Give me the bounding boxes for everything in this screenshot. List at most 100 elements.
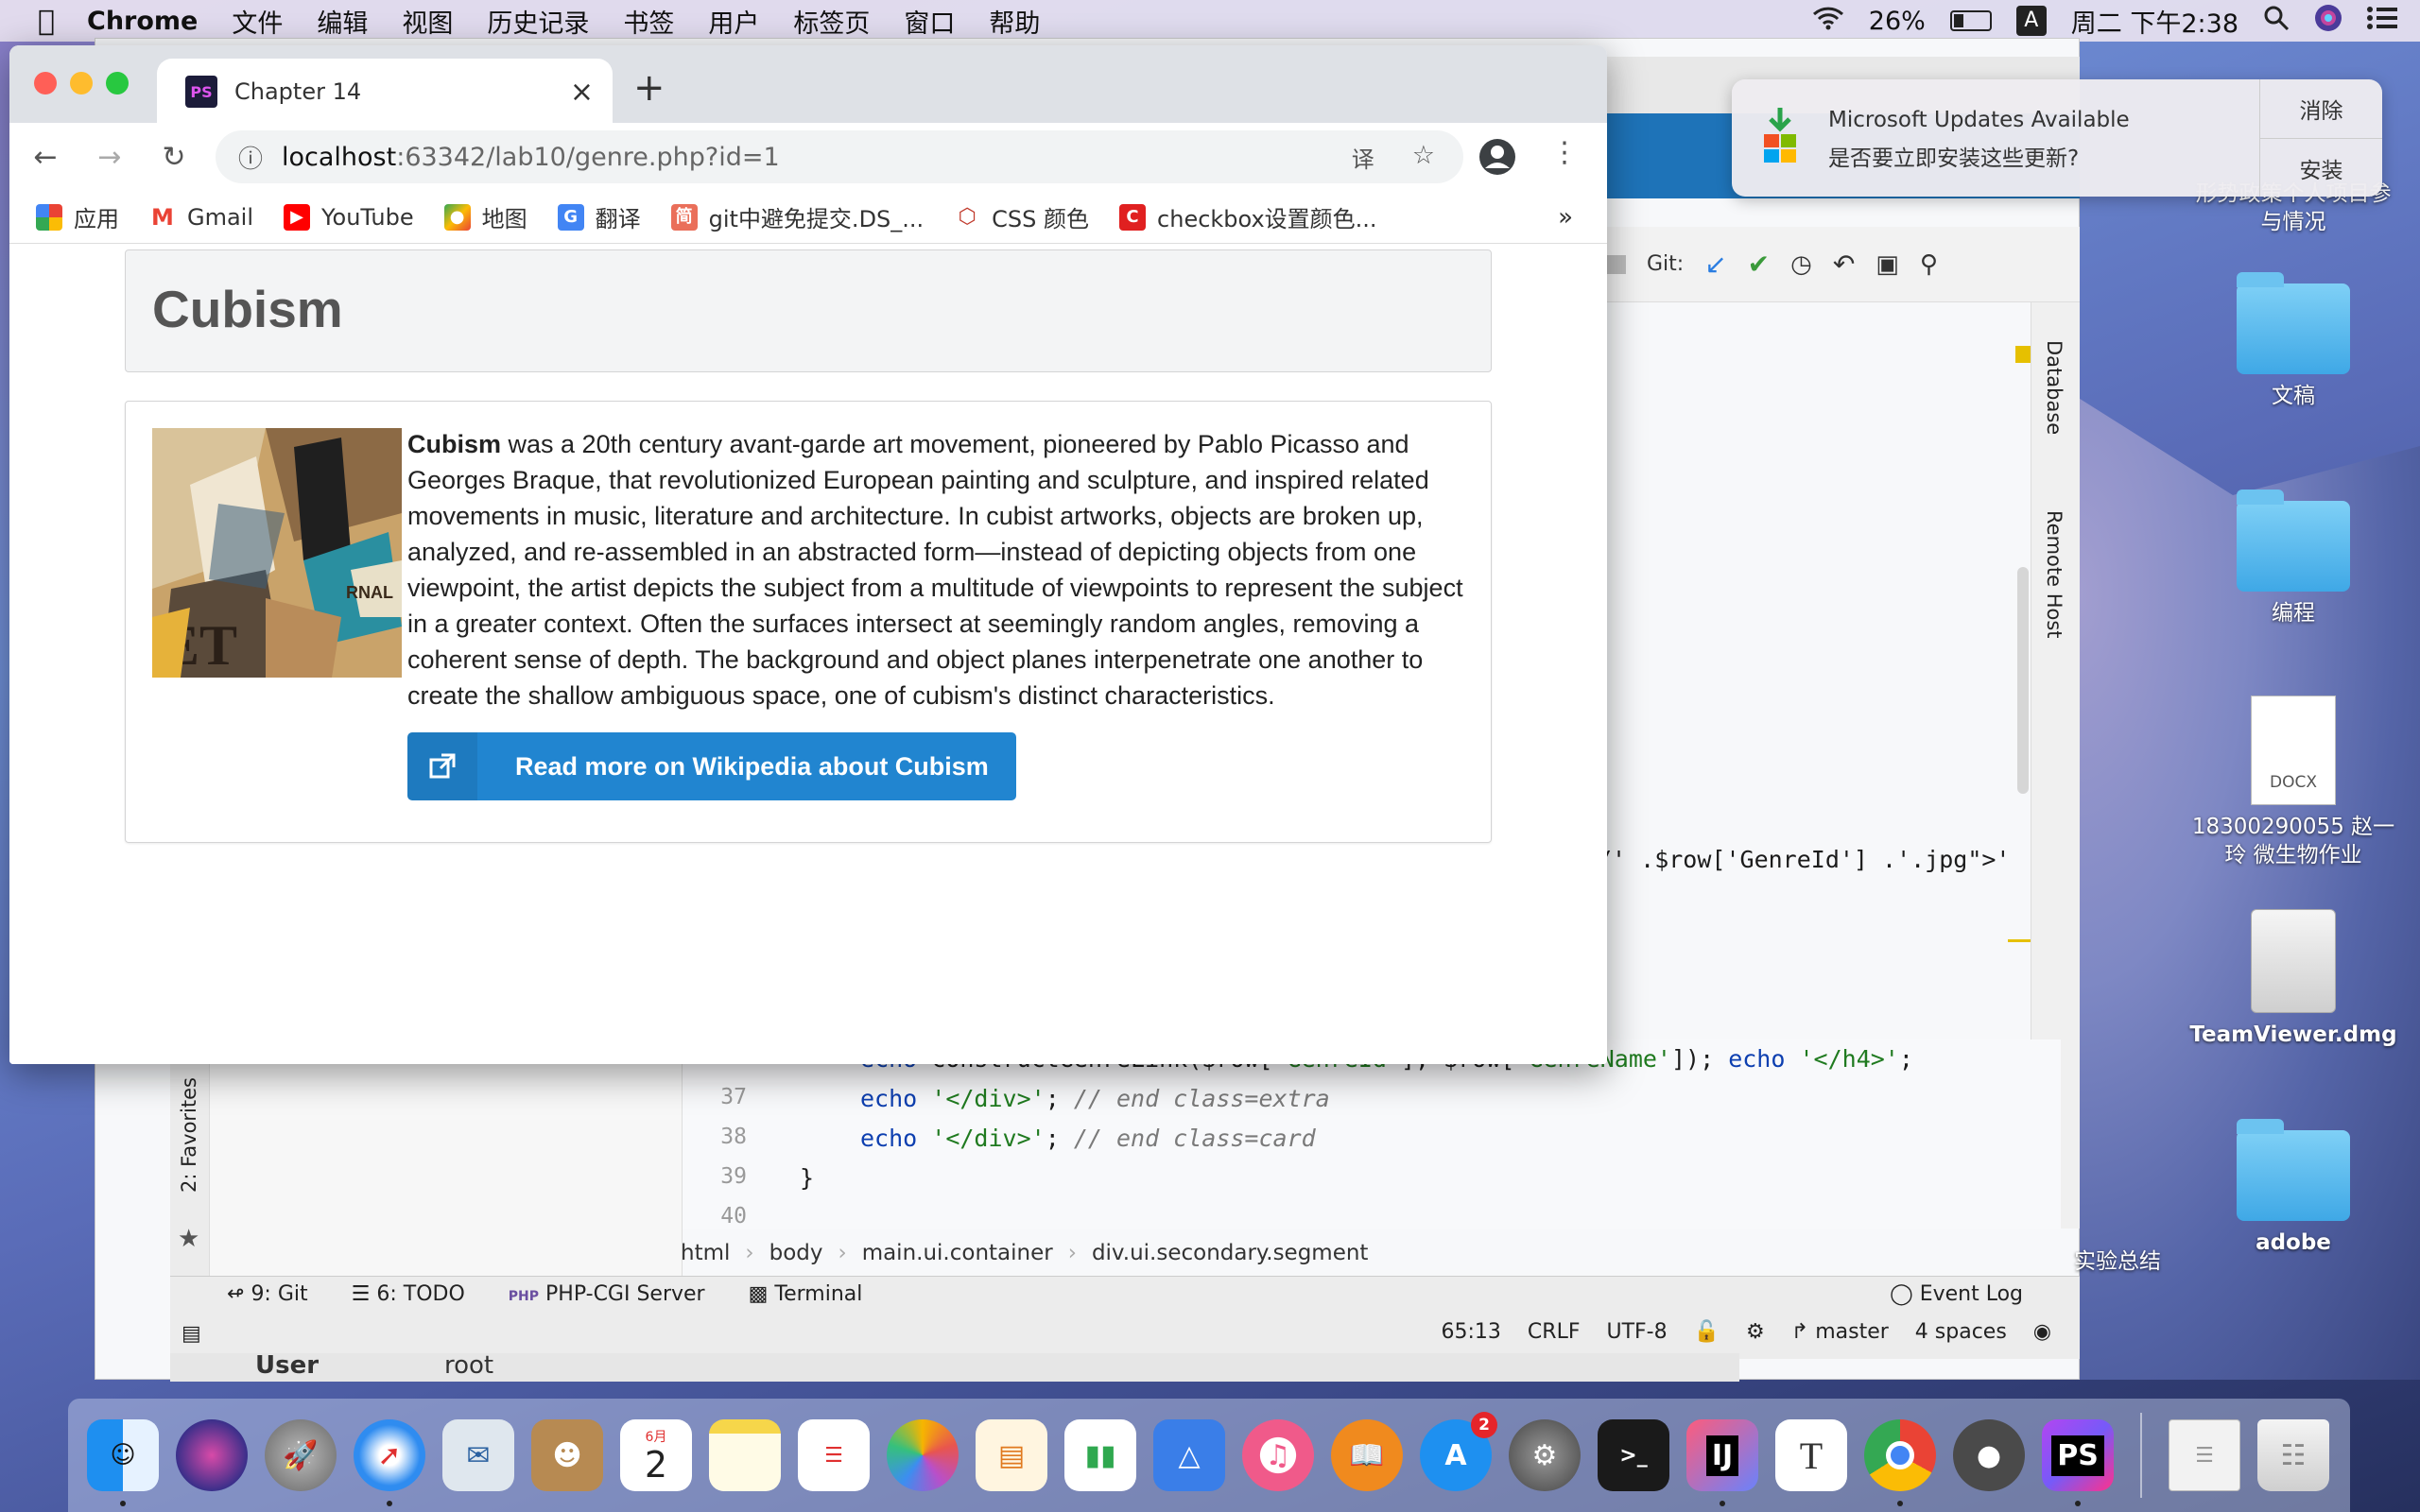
wikipedia-button[interactable]: Read more on Wikipedia about Cubism (407, 732, 1016, 800)
menu-window[interactable]: 窗口 (904, 3, 955, 40)
menu-people[interactable]: 用户 (708, 3, 759, 40)
editor-scrollbar[interactable] (2017, 567, 2029, 794)
file-encoding[interactable]: UTF-8 (1606, 1320, 1667, 1344)
desktop-document[interactable]: DOCX 18300290055 赵一玲 微生物作业 (2189, 696, 2397, 869)
desktop-folder[interactable]: adobe (2189, 1119, 2397, 1257)
menu-tab[interactable]: 标签页 (793, 3, 870, 40)
desktop-disk-image[interactable]: TeamViewer.dmg (2189, 909, 2397, 1049)
document-stack-icon[interactable]: ☰ (2169, 1419, 2240, 1491)
bookmark-checkbox-color[interactable]: Ccheckbox设置颜色... (1119, 200, 1377, 233)
run-window-icon[interactable]: ▣ (1876, 250, 1899, 279)
app-store-icon[interactable]: A2 (1420, 1412, 1497, 1491)
trash-icon[interactable]: ☷ (2257, 1419, 2329, 1491)
reload-icon[interactable]: ↻ (146, 141, 202, 174)
battery-percent[interactable]: 26% (1869, 7, 1926, 36)
notes-icon[interactable] (709, 1419, 781, 1491)
line-separator[interactable]: CRLF (1528, 1320, 1581, 1344)
bookmark-translate[interactable]: G 翻译 (557, 200, 641, 233)
notification-center-icon[interactable] (2367, 6, 2397, 37)
install-button[interactable]: 安装 (2260, 138, 2382, 197)
bookmark-css-colors[interactable]: ⬡ CSS 颜色 (954, 200, 1089, 233)
spotlight-search-icon[interactable] (2263, 5, 2290, 38)
chrome-menu-icon[interactable]: ⋮ (1550, 136, 1579, 169)
finder-icon[interactable]: ☺ (87, 1419, 159, 1506)
forward-icon[interactable]: → (81, 141, 138, 174)
profile-avatar-icon[interactable] (1478, 138, 1516, 183)
menu-clock[interactable]: 周二 下午2:38 (2071, 3, 2238, 40)
bookmark-apps[interactable]: 应用 (36, 200, 119, 233)
apple-menu-icon[interactable]:  (38, 5, 55, 38)
input-source-icon[interactable]: A (2015, 6, 2047, 36)
photos-icon[interactable] (887, 1419, 959, 1491)
battery-icon[interactable] (1949, 10, 1992, 31)
tab-chapter-14[interactable]: PS Chapter 14 × (157, 59, 613, 125)
event-log-tool-window[interactable]: ◯ Event Log (1890, 1282, 2023, 1306)
reminders-icon[interactable]: ☰ (798, 1419, 870, 1491)
menu-history[interactable]: 历史记录 (487, 3, 589, 40)
inspector-icon[interactable]: ⚙ (1746, 1320, 1765, 1344)
launchpad-icon[interactable]: 🚀 (265, 1419, 337, 1491)
menu-view[interactable]: 视图 (402, 3, 453, 40)
safari-icon[interactable]: ➚ (354, 1419, 425, 1506)
desktop-item[interactable]: 实验总结 (2014, 1247, 2221, 1276)
calendar-icon[interactable]: 6月 2 (620, 1419, 692, 1491)
caret-position[interactable]: 65:13 (1442, 1320, 1501, 1344)
zoom-window-button[interactable] (106, 72, 129, 94)
close-tab-icon[interactable]: × (570, 76, 594, 109)
git-update-icon[interactable]: ↙ (1704, 249, 1726, 280)
bookmark-gmail[interactable]: M Gmail (149, 203, 253, 231)
menu-edit[interactable]: 编辑 (317, 3, 368, 40)
menu-bookmarks[interactable]: 书签 (623, 3, 674, 40)
git-commit-icon[interactable]: ✔ (1748, 249, 1770, 280)
keynote-presentations-icon[interactable]: ▤ (976, 1419, 1047, 1491)
system-preferences-icon[interactable]: ⚙ (1509, 1419, 1581, 1491)
git-rollback-icon[interactable]: ↶ (1833, 249, 1855, 280)
site-info-icon[interactable]: ⓘ (238, 140, 263, 175)
more-bookmarks-icon[interactable]: » (1558, 203, 1573, 232)
todo-tool-window[interactable]: ☰ 6: TODO (352, 1282, 465, 1306)
git-history-icon[interactable]: ◷ (1790, 250, 1812, 279)
bookmark-maps[interactable]: ● 地图 (443, 200, 527, 233)
typora-elephant-icon[interactable]: ● (1953, 1419, 2025, 1491)
inspection-marker[interactable] (2015, 346, 2031, 363)
chrome-icon[interactable] (1864, 1419, 1936, 1506)
git-tool-window[interactable]: ↫ 9: Git (227, 1282, 308, 1306)
git-branch[interactable]: ↱ master (1791, 1320, 1889, 1344)
indent-setting[interactable]: 4 spaces (1915, 1320, 2007, 1344)
project-pane[interactable] (210, 1058, 683, 1276)
wifi-icon[interactable] (1812, 6, 1844, 37)
lock-icon[interactable]: 🔓 (1694, 1320, 1720, 1344)
new-tab-icon[interactable]: + (633, 66, 666, 110)
desktop-folder[interactable]: 文稿 (2189, 272, 2397, 410)
itunes-icon[interactable]: ♫ (1242, 1419, 1314, 1491)
menu-file[interactable]: 文件 (232, 3, 283, 40)
ide-search-icon[interactable]: ⚲ (1920, 250, 1938, 279)
bookmark-youtube[interactable]: ▶ YouTube (284, 203, 414, 231)
numbers-icon[interactable]: ▮▮ (1064, 1419, 1136, 1491)
update-notification[interactable]: Microsoft Updates Available 是否要立即安装这些更新?… (1732, 79, 2382, 197)
intellij-idea-icon[interactable]: IJ (1686, 1419, 1758, 1506)
terminal-icon[interactable]: >_ (1598, 1419, 1669, 1491)
toggle-tool-windows-icon[interactable]: ▤ (182, 1322, 201, 1346)
chrome-window[interactable]: PS Chapter 14 × + ← → ↻ ⓘ localhost:6334… (9, 45, 1607, 1064)
typora-icon[interactable]: T (1775, 1419, 1847, 1491)
mail-icon[interactable]: ✉ (442, 1419, 514, 1491)
minimize-window-button[interactable] (70, 72, 93, 94)
close-window-button[interactable] (34, 72, 57, 94)
back-icon[interactable]: ← (17, 141, 74, 174)
terminal-tool-window[interactable]: ▩ Terminal (749, 1282, 863, 1306)
translate-icon[interactable]: 译 (1352, 141, 1374, 174)
bookmark-jianshu[interactable]: 简 git中避免提交.DS_... (670, 200, 924, 233)
bookmark-star-icon[interactable]: ☆ (1412, 141, 1435, 174)
siri-icon[interactable] (2314, 4, 2342, 39)
php-cgi-tool-window[interactable]: PHP PHP-CGI Server (509, 1282, 705, 1306)
menu-app-name[interactable]: Chrome (87, 7, 198, 36)
favorites-tool-tab[interactable]: 2: Favorites (178, 1077, 200, 1193)
breadcrumb-item[interactable]: html (681, 1241, 730, 1265)
contacts-icon[interactable]: ☻ (531, 1419, 603, 1491)
breadcrumb-item[interactable]: body (769, 1241, 823, 1265)
breadcrumb-item[interactable]: main.ui.container (862, 1241, 1053, 1265)
database-tool-tab[interactable]: Database (2043, 340, 2066, 435)
dismiss-button[interactable]: 消除 (2260, 79, 2382, 138)
breadcrumb-item[interactable]: div.ui.secondary.segment (1092, 1241, 1369, 1265)
